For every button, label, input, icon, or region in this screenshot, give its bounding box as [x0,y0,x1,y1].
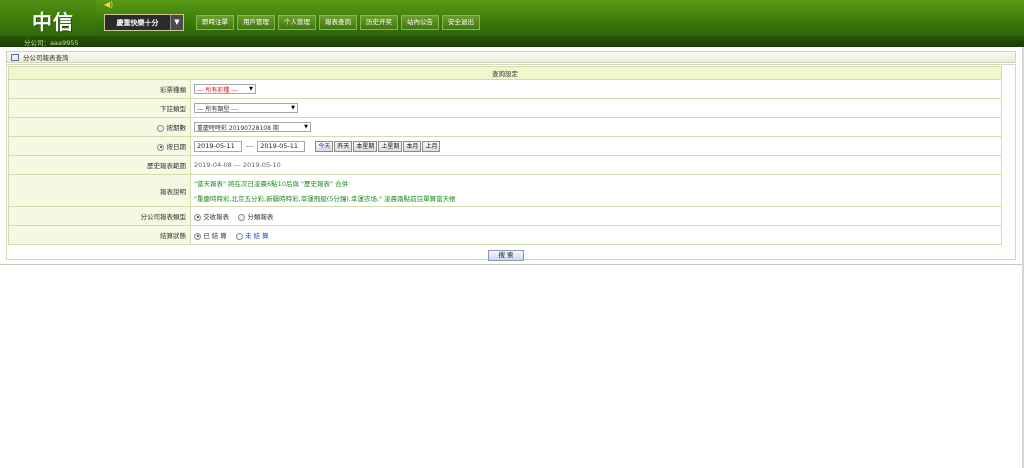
panel-title-bar: 分公司報表查詢 [6,51,1016,63]
chevron-down-icon[interactable]: ▼ [170,15,183,30]
query-table: 查詢設定 彩票種類 --- 所有彩種 --- ▼ 下註類型 --- 所有類型 -… [8,66,1002,245]
nav-logout[interactable]: 安全退出 [442,15,480,30]
branch-label: 分公司：aaa9955 [24,39,79,47]
nav-personal-management[interactable]: 个人管理 [278,15,316,30]
lottery-selector[interactable]: 慶重快樂十分 ▼ [104,14,184,31]
top-header: 中信 ◀) 慶重快樂十分 ▼ 即時注單 用戶管理 个人管理 報表查詢 历史开奖 … [0,0,1024,36]
settled-radio[interactable] [194,232,201,240]
category-report-radio[interactable] [238,213,246,221]
today-button[interactable]: 今天 [315,140,334,152]
report-note-line-1: "當天報表" 將在次日凌晨6點10后與 "歷史報表" 合併 [194,180,349,188]
bet-type-label: 下註類型 [8,98,191,118]
category-report-label: 分類報表 [247,213,274,221]
settlement-report-radio[interactable] [194,213,201,221]
this-week-button[interactable]: 本星期 [353,140,378,152]
divider [0,264,1024,265]
panel-title: 分公司報表查詢 [23,54,69,62]
lottery-type-value: --- 所有彩種 --- [197,86,238,94]
by-date-radio[interactable] [157,143,165,151]
search-button[interactable]: 搜 索 [488,250,524,261]
date-separator: --- [246,142,254,150]
unsettled-label: 未 結 算 [244,232,269,240]
chevron-down-icon: ▼ [291,105,295,111]
speaker-icon[interactable]: ◀) [104,1,114,9]
this-month-button[interactable]: 本月 [403,140,422,152]
last-month-button[interactable]: 上月 [422,140,441,152]
settlement-report-label: 交收報表 [203,213,230,221]
by-period-radio[interactable] [157,124,165,132]
period-value: 重慶時時彩 20190728108 期 [197,124,279,132]
yesterday-button[interactable]: 昨天 [334,140,353,152]
nav-live-bets[interactable]: 即時注單 [196,15,234,30]
lottery-type-label: 彩票種類 [8,79,191,99]
start-date-input[interactable]: 2019-05-11 [194,140,242,152]
history-range-value: 2019-04-08 --- 2019-05-10 [190,155,1002,175]
by-period-label: 按期數 [166,124,187,132]
report-note-line-2: "重慶時時彩,北京五分彩,新疆時時彩,幸運飛艇(5分鐘),幸運农场," 凌晨兩點… [194,195,456,203]
report-type-label: 分公司報表類型 [8,206,191,226]
chevron-down-icon: ▼ [304,124,308,130]
chevron-down-icon: ▼ [249,86,253,92]
query-form: 查詢設定 彩票種類 --- 所有彩種 --- ▼ 下註類型 --- 所有類型 -… [6,64,1016,260]
query-settings-header: 查詢設定 [8,66,1002,80]
bet-type-value: --- 所有類型 --- [197,105,238,113]
unsettled-radio[interactable] [235,232,243,240]
period-select[interactable]: 重慶時時彩 20190728108 期 ▼ [194,122,311,132]
lottery-selector-label: 慶重快樂十分 [116,18,159,27]
logo: 中信 [32,10,74,34]
nav-user-management[interactable]: 用戶管理 [237,15,275,30]
lottery-type-select[interactable]: --- 所有彩種 --- ▼ [194,84,256,94]
logo-area: 中信 [0,0,96,36]
nav-announcements[interactable]: 站內公告 [401,15,439,30]
by-date-label: 按日期 [166,143,187,151]
account-bar: 分公司：aaa9955 [0,36,1024,47]
report-note-label: 報表說明 [8,174,191,207]
settle-status-label: 結算狀態 [8,225,191,245]
end-date-input[interactable]: 2019-05-11 [257,140,306,152]
last-week-button[interactable]: 上星期 [378,140,403,152]
main-nav: 即時注單 用戶管理 个人管理 報表查詢 历史开奖 站內公告 安全退出 [196,15,480,30]
bet-type-select[interactable]: --- 所有類型 --- ▼ [194,103,298,113]
nav-report-query[interactable]: 報表查詢 [319,15,357,30]
window-icon [11,53,19,61]
history-range-label: 歷史報表範圍 [8,155,191,175]
settled-label: 已 結 算 [203,232,227,240]
nav-draw-history[interactable]: 历史开奖 [360,15,398,30]
